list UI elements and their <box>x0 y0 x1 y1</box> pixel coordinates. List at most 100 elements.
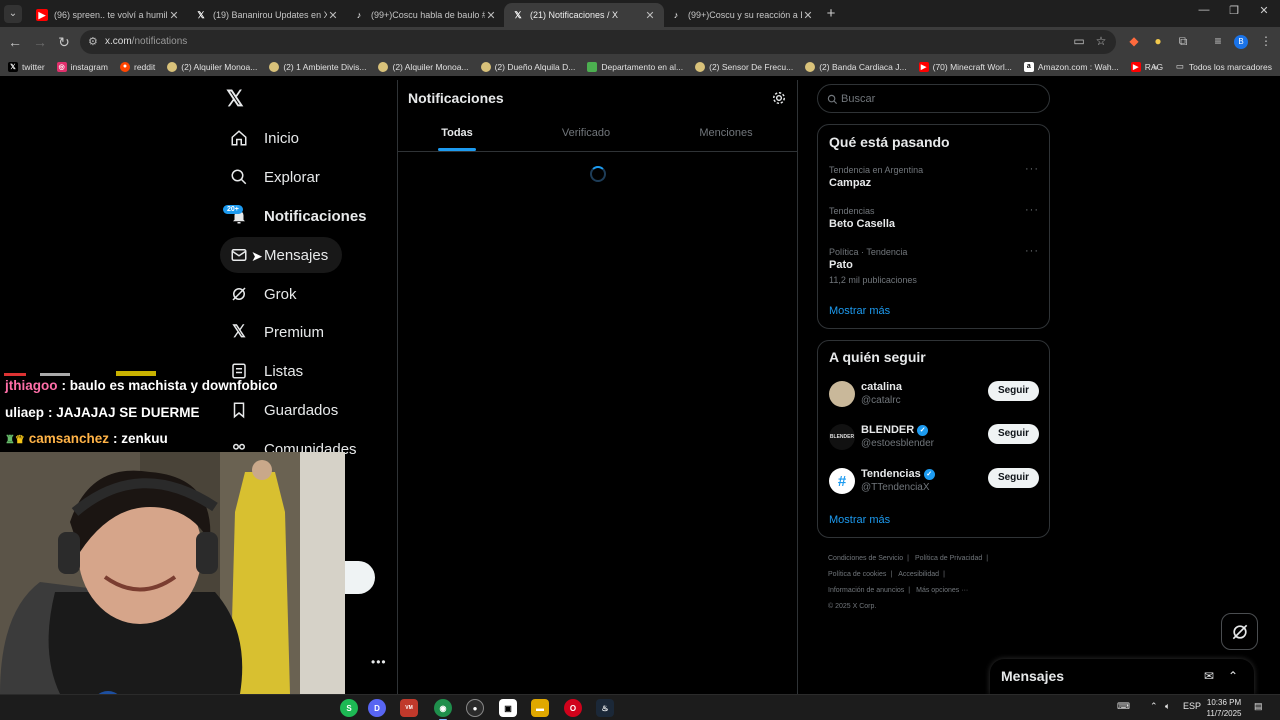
browser-tab[interactable]: ♪ (99+)Coscu habla de baulo #tw ✕ <box>345 3 505 27</box>
bookmark-item[interactable]: a Amazon.com : Wah... <box>1023 61 1119 72</box>
close-icon[interactable]: ✕ <box>327 9 339 22</box>
expand-up-icon[interactable]: ⌃ <box>1228 669 1238 683</box>
bookmark-item[interactable]: (2) Sensor De Frecu... <box>695 61 793 72</box>
follow-button[interactable]: Seguir <box>988 468 1039 488</box>
browser-tab[interactable]: 𝕏 (19) Bananirou Updates en X: " ✕ <box>187 3 347 27</box>
notification-center-icon[interactable]: ▤ <box>1254 701 1263 712</box>
tab-search-button[interactable]: ⌄ <box>4 5 22 23</box>
bookmarks-overflow-button[interactable]: » <box>1153 62 1158 72</box>
avatar <box>829 381 855 407</box>
more-options-icon[interactable]: ··· <box>1025 204 1039 216</box>
address-bar[interactable]: ⚙ x.com/notifications <box>80 30 1116 54</box>
settings-gear-icon[interactable] <box>772 91 786 110</box>
grok-button[interactable] <box>1221 613 1258 650</box>
capcut-icon[interactable]: ▣ <box>499 699 517 717</box>
listing-icon <box>167 61 178 72</box>
close-icon[interactable]: ✕ <box>168 9 180 22</box>
follow-button[interactable]: Seguir <box>988 381 1039 401</box>
bookmark-item[interactable]: (2) Alquiler Monoa... <box>378 61 469 72</box>
tab-menciones[interactable]: Menciones <box>699 127 752 139</box>
extension-icon[interactable]: ◆ <box>1126 34 1142 48</box>
all-bookmarks-button[interactable]: Todos los marcadores <box>1189 62 1272 72</box>
close-icon[interactable]: ✕ <box>802 9 814 22</box>
footer-link[interactable]: Información de anuncios <box>828 587 904 594</box>
opera-icon[interactable]: O <box>564 699 582 717</box>
obs-icon[interactable]: ● <box>466 699 484 717</box>
nav-item-grok[interactable]: Grok <box>220 276 311 312</box>
browser-menu-icon[interactable]: ⋮ <box>1258 34 1274 48</box>
close-icon[interactable]: ✕ <box>485 9 497 22</box>
window-close-icon[interactable]: ✕ <box>1254 4 1274 17</box>
footer-link[interactable]: Condiciones de Servicio <box>828 555 903 562</box>
nav-item-explorar[interactable]: Explorar <box>220 159 334 195</box>
footer-link[interactable]: Accesibilidad <box>898 571 939 578</box>
media-control-icon[interactable]: ≡ <box>1210 34 1226 48</box>
minimize-icon[interactable]: — <box>1194 4 1214 16</box>
extension-icon[interactable]: ● <box>1150 34 1166 48</box>
new-tab-button[interactable]: + <box>824 5 838 22</box>
footer-link[interactable]: Política de cookies <box>828 571 886 578</box>
bookmark-item[interactable]: Departamento en al... <box>587 61 683 72</box>
footer-link[interactable]: Política de Privacidad <box>915 555 982 562</box>
bookmark-item[interactable]: ● reddit <box>120 61 155 72</box>
new-message-icon[interactable]: ✉ <box>1204 669 1214 683</box>
bookmark-item[interactable]: ◎ instagram <box>56 61 108 72</box>
bookmark-label: Amazon.com : Wah... <box>1037 61 1119 72</box>
bookmark-star-icon[interactable]: ☆ <box>1093 34 1109 48</box>
language-indicator[interactable]: ESP <box>1183 701 1201 711</box>
cast-icon[interactable]: ▭ <box>1071 34 1087 48</box>
bookmark-item[interactable]: (2) Alquiler Monoa... <box>167 61 257 72</box>
clock[interactable]: 10:36 PM 11/7/2025 <box>1200 697 1248 719</box>
discord-icon[interactable]: D <box>368 699 386 717</box>
site-info-icon[interactable]: ⚙ <box>88 35 98 48</box>
bookmark-item[interactable]: (2) 1 Ambiente Divis... <box>269 61 366 72</box>
extensions-puzzle-icon[interactable]: ⧉ <box>1175 34 1191 49</box>
trend-item[interactable]: Tendencias Beto Casella ··· <box>829 204 1039 230</box>
steam-icon[interactable]: ♨ <box>596 699 614 717</box>
browser-tab[interactable]: ♪ (99+)Coscu y su reacción a Ban ✕ <box>662 3 822 27</box>
bookmark-item[interactable]: ▶ (70) Minecraft Worl... <box>918 61 1012 72</box>
spotify-icon[interactable]: S <box>340 699 358 717</box>
bookmark-item[interactable]: (2) Banda Cardiaca J... <box>805 61 907 72</box>
stream-chat-overlay: jthiagoo: baulo es machista y downfobico… <box>0 364 345 454</box>
close-icon[interactable]: ✕ <box>644 9 656 22</box>
browser-tab-active[interactable]: 𝕏 (21) Notificaciones / X ✕ <box>504 3 664 27</box>
reload-icon[interactable]: ↻ <box>56 34 72 50</box>
trend-item[interactable]: Tendencia en Argentina Campaz ··· <box>829 163 1039 189</box>
chrome-icon[interactable]: ◉ <box>434 699 452 720</box>
keyboard-icon[interactable]: ⌨ <box>1117 701 1130 712</box>
profile-avatar[interactable]: B <box>1234 35 1248 49</box>
volume-icon[interactable]: 🔈︎ <box>1165 701 1170 712</box>
tab-todas[interactable]: Todas <box>441 127 473 139</box>
trend-item[interactable]: Política · Tendencia Pato 11,2 mil publi… <box>829 245 1039 285</box>
tray-overflow-icon[interactable]: ⌃ <box>1150 701 1158 712</box>
nav-item-inicio[interactable]: Inicio <box>220 120 313 156</box>
nav-item-notificaciones[interactable]: Notificaciones <box>220 198 381 234</box>
footer-more-options[interactable]: Más opciones ··· <box>916 587 968 594</box>
follow-button[interactable]: Seguir <box>988 424 1039 444</box>
voicemeeter-icon[interactable]: VM <box>400 699 418 717</box>
forward-icon[interactable]: → <box>32 34 48 50</box>
browser-tab[interactable]: ▶ (96) spreen.. te volví a humillar ✕ <box>28 3 188 27</box>
bookmark-item[interactable]: 𝕏twitter <box>8 61 45 72</box>
file-explorer-icon[interactable]: ▬ <box>531 699 549 717</box>
more-options-icon[interactable]: ••• <box>371 655 387 669</box>
trending-show-more-link[interactable]: Mostrar más <box>829 305 890 317</box>
back-icon[interactable]: ← <box>7 34 23 50</box>
tab-verificado[interactable]: Verificado <box>562 127 610 139</box>
follow-suggestion[interactable]: # Tendencias ✓ @TTendenciaX Seguir <box>829 468 1039 498</box>
post-button[interactable] <box>345 561 375 594</box>
who-to-follow-show-more-link[interactable]: Mostrar más <box>829 514 890 526</box>
x-logo-icon[interactable]: 𝕏 <box>226 88 248 110</box>
restore-icon[interactable]: ❐ <box>1224 4 1244 17</box>
messages-drawer[interactable]: Mensajes ✉ ⌃ <box>990 659 1254 695</box>
url-text: x.com/notifications <box>105 36 187 47</box>
bookmark-item[interactable]: (2) Dueño Alquila D... <box>480 61 575 72</box>
follow-suggestion[interactable]: catalina @catalrc Seguir <box>829 381 1039 411</box>
more-options-icon[interactable]: ··· <box>1025 163 1039 175</box>
more-options-icon[interactable]: ··· <box>1025 245 1039 257</box>
nav-item-mensajes[interactable]: Mensajes <box>220 237 343 273</box>
search-input[interactable]: Buscar <box>817 84 1050 113</box>
follow-suggestion[interactable]: BLENDER BLENDER ✓ @estoesblender Seguir <box>829 424 1039 454</box>
nav-item-premium[interactable]: 𝕏 Premium <box>220 314 338 350</box>
